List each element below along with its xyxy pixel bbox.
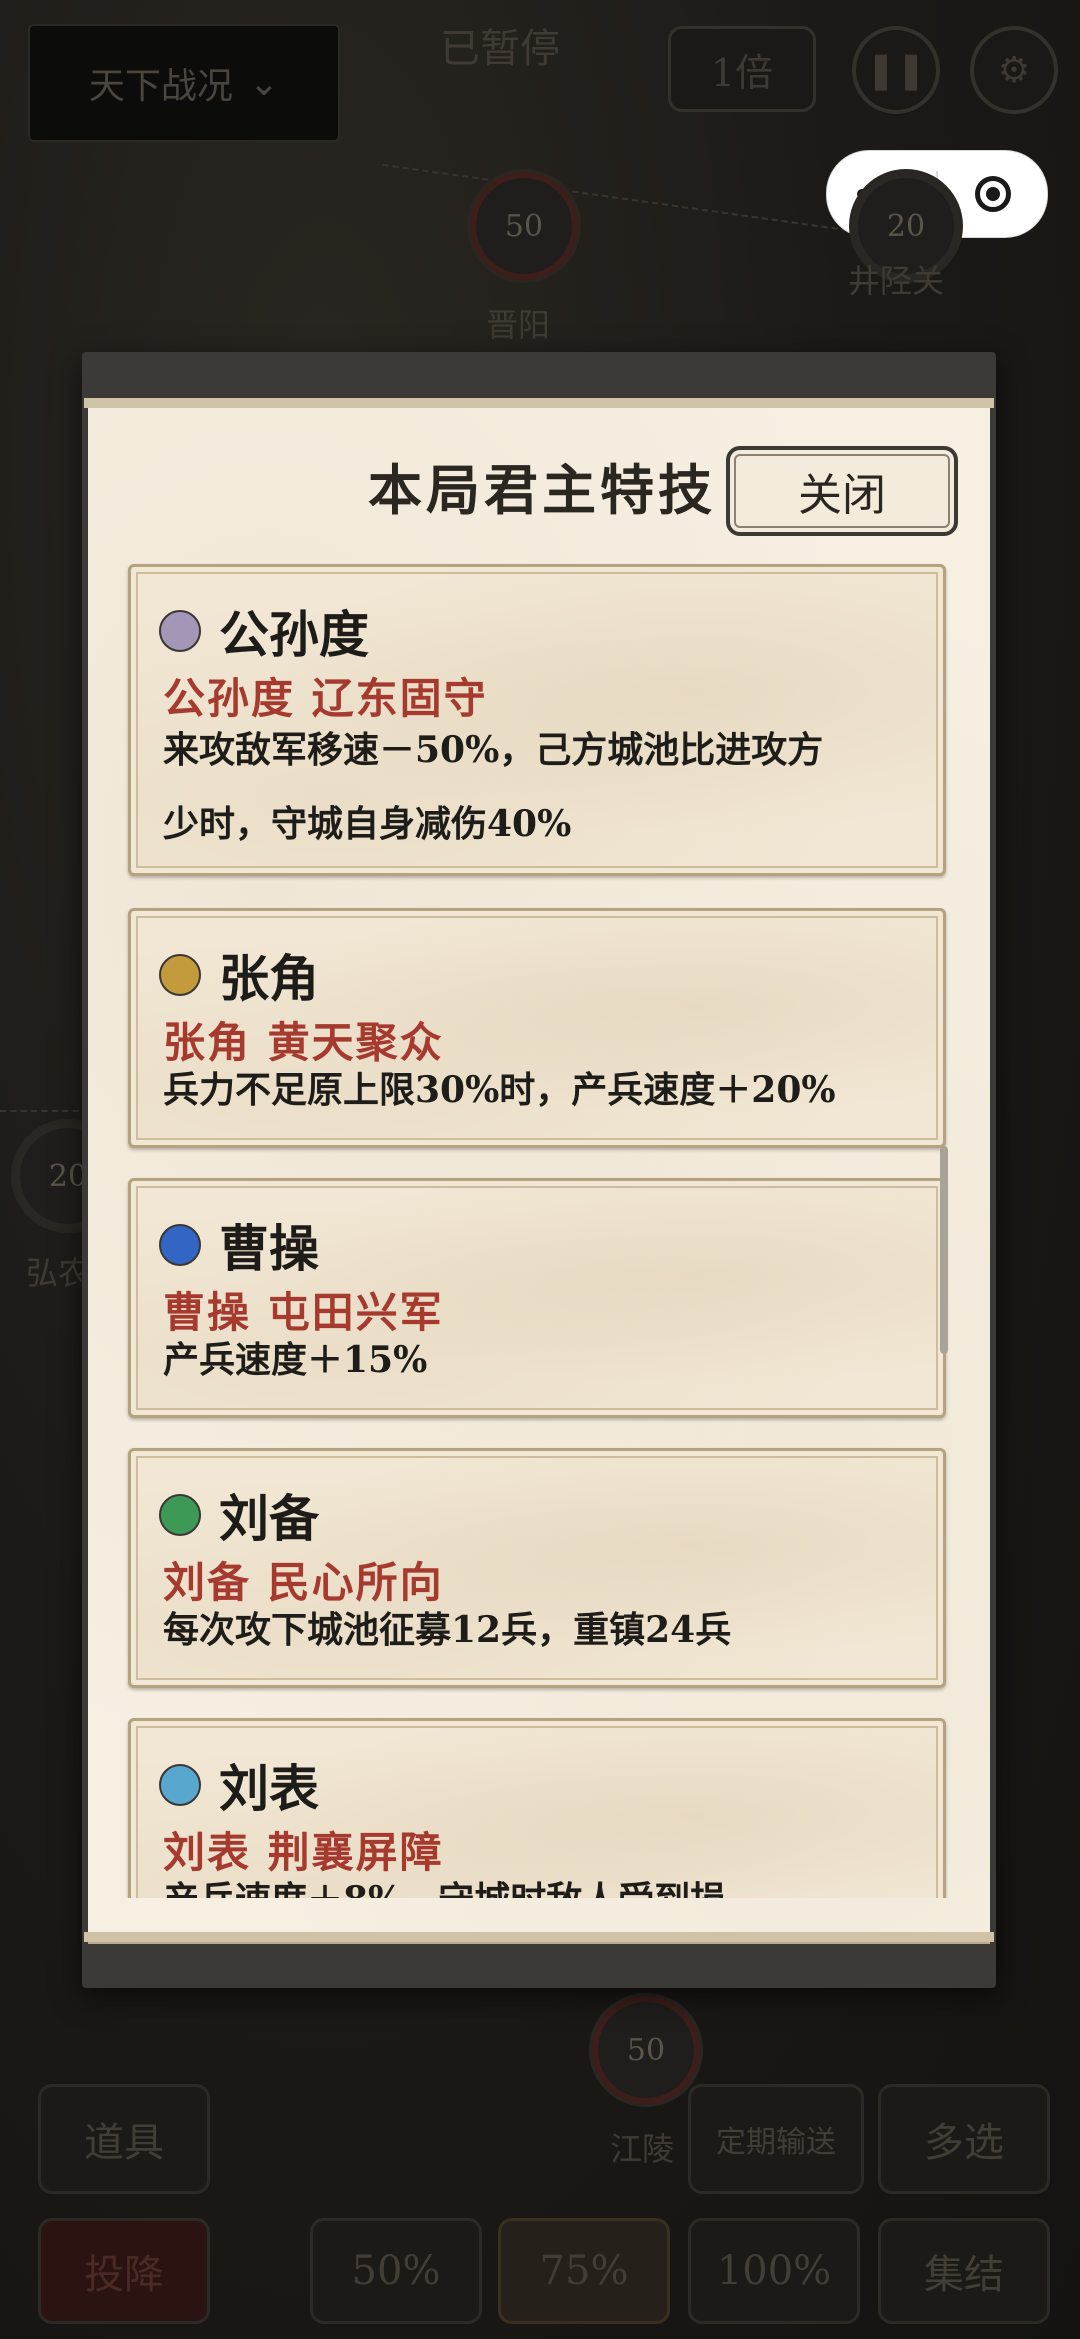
lord-name: 刘表 [219,1759,319,1818]
modal-title: 本局君主特技 [368,458,716,522]
lord-skill-card: 曹操 曹操 屯田兴军 产兵速度＋15% [128,1178,946,1418]
lord-name: 公孙度 [219,605,369,664]
city-name: 井陉关 [848,262,945,300]
troop-75-button[interactable]: 75% [498,2218,670,2324]
lord-color-dot [159,954,201,996]
multi-select-button[interactable]: 多选 [878,2084,1050,2194]
troop-50-button[interactable]: 50% [310,2218,482,2324]
city-name: 晋阳 [486,306,551,344]
description-line: 兵力不足原上限30%时，产兵速度＋20% [163,1069,836,1111]
list-scrollbar[interactable] [940,1146,948,1354]
city-troop-count: 20 [886,208,926,244]
city-marker[interactable]: 50 [470,172,578,280]
target-circle-icon [974,176,1011,212]
close-button[interactable]: 关闭 [726,446,958,536]
lord-skill-description: 产兵速度＋15% [163,1323,915,1397]
lord-color-dot [159,610,201,652]
world-status-label: 天下战况 [88,66,233,107]
lord-skill-description: 产兵速度＋8%，守城时敌人受到损 [163,1863,915,1898]
gather-button[interactable]: 集结 [878,2218,1050,2324]
city-name: 江陵 [610,2130,675,2168]
description-line: 产兵速度＋15% [163,1339,428,1381]
lord-color-dot [159,1494,201,1536]
paused-label: 已暂停 [440,26,560,72]
pause-button[interactable]: ❚❚ [852,26,940,114]
scroll-rod-top [84,398,994,408]
troop-100-button[interactable]: 100% [688,2218,860,2324]
lord-name: 刘备 [219,1489,319,1548]
chevron-down-icon: ⌄ [248,62,280,104]
lord-skill-card: 刘备 刘备 民心所向 每次攻下城池征募12兵，重镇24兵 [128,1448,946,1688]
lord-skill-card: 张角 张角 黄天聚众 兵力不足原上限30%时，产兵速度＋20% [128,908,946,1148]
world-status-dropdown[interactable]: 天下战况 ⌄ [28,24,340,142]
items-button[interactable]: 道具 [38,2084,210,2194]
description-line: 少时，守城自身减伤40% [163,803,572,845]
game-speed-button[interactable]: 1倍 [668,26,816,112]
description-line: 产兵速度＋8%，守城时敌人受到损 [163,1863,915,1898]
scroll-rod-bottom [84,1932,994,1942]
lord-skill-description: 来攻敌军移速－50%，己方城池比进攻方 少时，守城自身减伤40% [163,713,915,861]
lord-skill-card: 刘表 刘表 荆襄屏障 产兵速度＋8%，守城时敌人受到损 [128,1718,946,1898]
lord-name: 曹操 [219,1219,319,1278]
scheduled-transport-button[interactable]: 定期输送 [688,2084,864,2194]
lord-skill-description: 兵力不足原上限30%时，产兵速度＋20% [163,1053,915,1127]
pause-icon: ❚❚ [865,49,927,91]
description-line: 来攻敌军移速－50%，己方城池比进攻方 [163,729,824,771]
surrender-button[interactable]: 投降 [38,2218,210,2324]
city-troop-count: 50 [626,2032,666,2068]
lord-skill-card: 公孙度 公孙度 辽东固守 来攻敌军移速－50%，己方城池比进攻方 少时，守城自身… [128,564,946,876]
city-name: 弘农 [26,1254,91,1292]
lord-skill-description: 每次攻下城池征募12兵，重镇24兵 [163,1593,915,1667]
description-line: 每次攻下城池征募12兵，重镇24兵 [163,1609,732,1651]
city-troop-count: 50 [504,208,544,244]
city-marker[interactable]: 50 [592,1996,700,2104]
settings-button[interactable]: ⚙ [970,26,1058,114]
gear-icon: ⚙ [997,49,1031,91]
lord-skill-list[interactable]: 公孙度 公孙度 辽东固守 来攻敌军移速－50%，己方城池比进攻方 少时，守城自身… [118,556,958,1898]
route-line [382,163,898,239]
lord-color-dot [159,1224,201,1266]
lord-color-dot [159,1764,201,1806]
lord-name: 张角 [219,949,319,1008]
